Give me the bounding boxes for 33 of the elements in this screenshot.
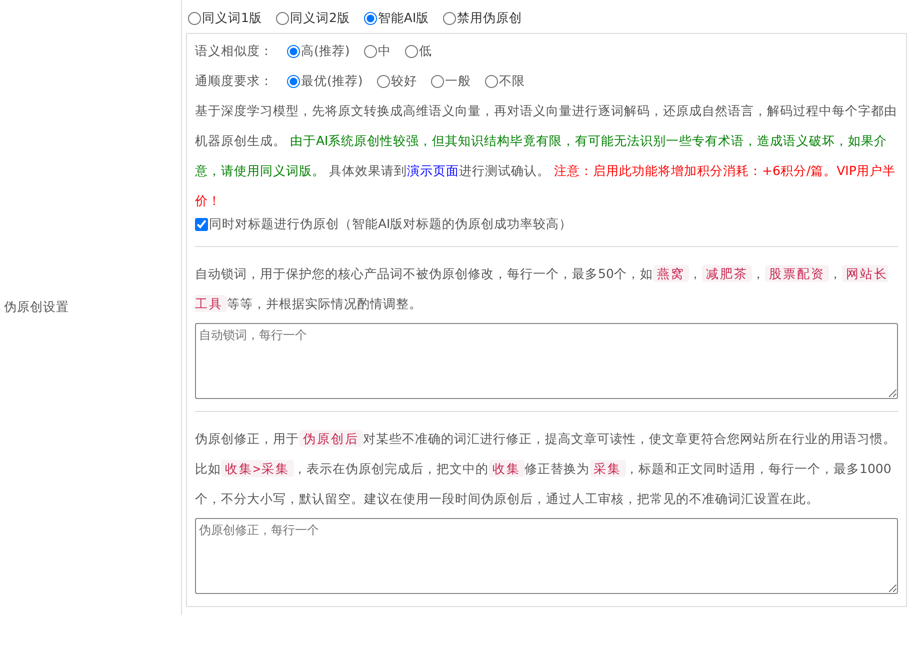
mode-label: 智能AI版 [378,10,430,27]
option-label: 高(推荐) [301,42,350,60]
checkbox[interactable] [195,218,208,231]
radio-button[interactable] [287,44,300,58]
option-label: 最优(推荐) [301,72,363,90]
lock-words-field[interactable]: 自动锁词，每行一个 [195,323,898,399]
radio-button[interactable] [364,44,377,58]
option-label: 中 [378,42,391,60]
fluency-label: 通顺度要求： [195,72,273,90]
corrections-field[interactable]: 伪原创修正，每行一个 [195,518,898,594]
radio-button[interactable] [287,74,300,88]
checkbox-label: 同时对标题进行伪原创（智能AI版对标题的伪原创成功率较高） [209,216,572,233]
radio-button[interactable] [443,12,456,25]
lock-words-description: 自动锁词，用于保护您的核心产品词不被伪原创修改，每行一个，最多50个，如 燕窝 ， 减肥茶 ， 股票配资 ， 网站长工具 等等，并根据实际情况酌情调整。 [195,264,889,314]
radio-button[interactable] [404,44,418,58]
corrections-description: 伪原创修正，用于 伪原创后 对某些不准确的词汇进行修正，提高文章可读性，使文章更符合您网站所在行业的用语习惯。比如 收集>采集 ，表示在伪原创完成后，把文中的 收集 修正替换为 采集 ，标题和正文同时适用，每行一个，最多1000个，不分大小写，默认留空。建议在使用一段时间伪原创后，通过人工审核，把常见的不准确词汇设置在此。 [195,429,897,508]
option-label: 一般 [444,72,471,90]
demo-link[interactable]: 演示页面 [406,163,459,178]
radio-button[interactable] [430,74,444,88]
mode-label: 同义词1版 [202,10,262,27]
similarity-label: 语义相似度： [195,42,273,60]
option-label: 低 [418,42,432,60]
settings-label: 伪原创设置 [4,299,69,316]
ai-description: 基于深度学习模型，先将原文转换成高维语义向量，再对语义向量进行逐词解码，还原成自然语言，解码过程中每个字都由机器原创生成。 由于AI系统原创性较强，但其知识结构毕竟有限，有可能无法识别一些专有术语，造成语义破坏，如果介意，请使用同义词版。 具体效果请到演示页面进行测试确认。 注意：启用此功能将增加积分消耗：+6积分/篇。VIP用户半价！ [195,102,898,210]
radio-button[interactable] [376,74,390,88]
mode-label: 同义词2版 [290,10,350,27]
radio-button[interactable] [364,12,377,25]
radio-button[interactable] [188,12,201,25]
mode-label: 禁用伪原创 [457,10,522,27]
option-label: 不限 [498,72,525,90]
radio-button[interactable] [484,74,498,88]
radio-button[interactable] [276,12,289,25]
option-label: 较好 [390,72,417,90]
